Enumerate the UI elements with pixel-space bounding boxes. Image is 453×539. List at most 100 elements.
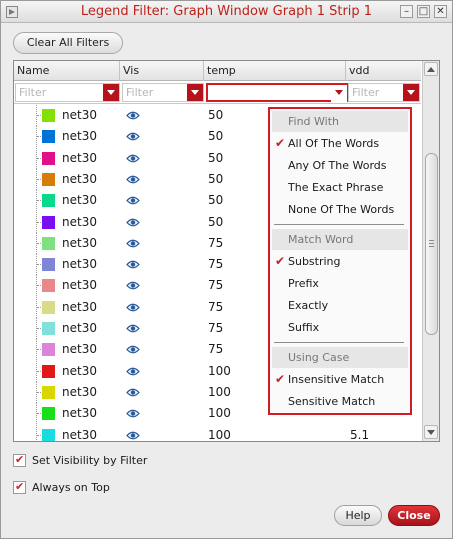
eye-icon[interactable] — [126, 366, 140, 377]
color-swatch — [42, 322, 55, 335]
help-button[interactable]: Help — [334, 505, 382, 526]
menu-item[interactable]: None Of The Words — [272, 199, 408, 220]
always-on-top-option[interactable]: Always on Top — [13, 480, 133, 496]
column-header-vis[interactable]: Vis — [120, 61, 204, 81]
menu-item[interactable]: ✔ All Of The Words — [272, 133, 408, 154]
set-visibility-option[interactable]: Set Visibility by Filter — [13, 453, 193, 469]
row-temp: 50 — [208, 150, 224, 165]
temp-filter-field[interactable] — [206, 83, 349, 102]
always-on-top-checkbox[interactable] — [13, 480, 26, 494]
row-temp: 75 — [208, 321, 224, 335]
menu-item-label: Exactly — [288, 299, 329, 312]
color-swatch — [42, 215, 55, 229]
vdd-filter-field[interactable]: Filter — [348, 83, 420, 102]
color-swatch — [42, 151, 55, 165]
vis-filter-dropdown-icon[interactable] — [187, 84, 203, 101]
row-name: net30 — [62, 299, 97, 314]
color-swatch — [42, 258, 55, 272]
eye-icon[interactable] — [126, 110, 140, 121]
column-header-name[interactable]: Name — [14, 61, 120, 81]
eye-icon[interactable] — [126, 430, 140, 441]
row-temp: 75 — [208, 299, 224, 314]
window-title: Legend Filter: Graph Window Graph 1 Stri… — [80, 4, 373, 19]
menu-item-label: None Of The Words — [288, 203, 395, 216]
menu-item-label: Suffix — [288, 321, 320, 334]
menu-item[interactable]: Sensitive Match — [272, 391, 408, 412]
color-swatch — [42, 364, 55, 378]
row-name: net30 — [62, 214, 97, 229]
row-name: net30 — [62, 427, 97, 442]
color-swatch — [42, 194, 55, 208]
row-name: net30 — [62, 363, 97, 378]
column-header-temp[interactable]: temp — [204, 61, 346, 81]
menu-item[interactable]: Prefix — [272, 273, 408, 294]
column-header-vdd[interactable]: vdd — [346, 61, 421, 81]
menu-item-label: The Exact Phrase — [288, 181, 384, 194]
table-row[interactable]: net30 100 5.1 — [14, 424, 421, 442]
title-bar[interactable]: Legend Filter: Graph Window Graph 1 Stri… — [1, 1, 452, 23]
menu-item-label: Sensitive Match — [288, 395, 376, 408]
vis-filter-placeholder: Filter — [126, 86, 154, 99]
menu-item[interactable]: Any Of The Words — [272, 155, 408, 176]
set-visibility-checkbox[interactable] — [13, 453, 26, 467]
vdd-filter-dropdown-icon[interactable] — [403, 84, 419, 101]
vertical-scrollbar[interactable] — [422, 61, 439, 441]
row-name: net30 — [62, 193, 97, 208]
row-temp: 50 — [208, 108, 224, 122]
eye-icon[interactable] — [126, 217, 140, 228]
menu-section-header: Match Word — [272, 229, 408, 250]
row-name: net30 — [62, 278, 97, 293]
menu-item[interactable]: ✔ Insensitive Match — [272, 369, 408, 390]
eye-icon[interactable] — [126, 174, 140, 185]
menu-item[interactable]: Suffix — [272, 317, 408, 338]
eye-icon[interactable] — [126, 238, 140, 249]
menu-item[interactable]: The Exact Phrase — [272, 177, 408, 198]
clear-all-filters-button[interactable]: Clear All Filters — [13, 32, 123, 54]
eye-icon[interactable] — [126, 387, 140, 398]
minimize-button[interactable]: – — [400, 5, 413, 18]
menu-item-label: Any Of The Words — [288, 159, 387, 172]
checkmark-icon: ✔ — [275, 136, 286, 150]
row-name: net30 — [62, 384, 97, 399]
row-name: net30 — [62, 129, 97, 144]
row-name: net30 — [62, 342, 97, 357]
legend-filter-window: Legend Filter: Graph Window Graph 1 Stri… — [0, 0, 453, 539]
eye-icon[interactable] — [126, 131, 140, 142]
maximize-button[interactable]: □ — [417, 5, 430, 18]
scroll-up-icon[interactable] — [424, 62, 438, 76]
eye-icon[interactable] — [126, 344, 140, 355]
row-vdd: 5.1 — [350, 427, 370, 442]
temp-filter-dropdown-icon[interactable] — [331, 85, 347, 102]
name-filter-dropdown-icon[interactable] — [103, 84, 119, 101]
menu-item[interactable]: Exactly — [272, 295, 408, 316]
menu-item[interactable]: ✔ Substring — [272, 251, 408, 272]
scroll-thumb[interactable] — [425, 153, 438, 335]
color-swatch — [42, 300, 55, 314]
filter-options-menu: Find With ✔ All Of The Words Any Of The Wor… — [268, 107, 412, 415]
set-visibility-label: Set Visibility by Filter — [32, 454, 148, 467]
eye-icon[interactable] — [126, 302, 140, 313]
filter-row: Filter Filter Filter — [14, 81, 421, 104]
eye-icon[interactable] — [126, 323, 140, 334]
menu-separator — [274, 342, 404, 343]
row-temp: 75 — [208, 342, 224, 357]
eye-icon[interactable] — [126, 408, 140, 419]
eye-icon[interactable] — [126, 259, 140, 270]
color-swatch — [42, 385, 55, 399]
vis-filter-field[interactable]: Filter — [122, 83, 204, 102]
always-on-top-label: Always on Top — [32, 481, 110, 494]
menu-item-label: All Of The Words — [288, 137, 380, 150]
name-filter-field[interactable]: Filter — [15, 83, 120, 102]
row-name: net30 — [62, 321, 97, 335]
row-temp: 100 — [208, 363, 231, 378]
row-temp: 50 — [208, 214, 224, 229]
color-swatch — [42, 407, 55, 421]
menu-item-label: Substring — [288, 255, 341, 268]
eye-icon[interactable] — [126, 280, 140, 291]
row-temp: 100 — [208, 384, 231, 399]
eye-icon[interactable] — [126, 153, 140, 164]
eye-icon[interactable] — [126, 195, 140, 206]
scroll-down-icon[interactable] — [424, 425, 438, 439]
close-window-button[interactable]: ✕ — [434, 5, 447, 18]
close-button[interactable]: Close — [388, 505, 440, 526]
